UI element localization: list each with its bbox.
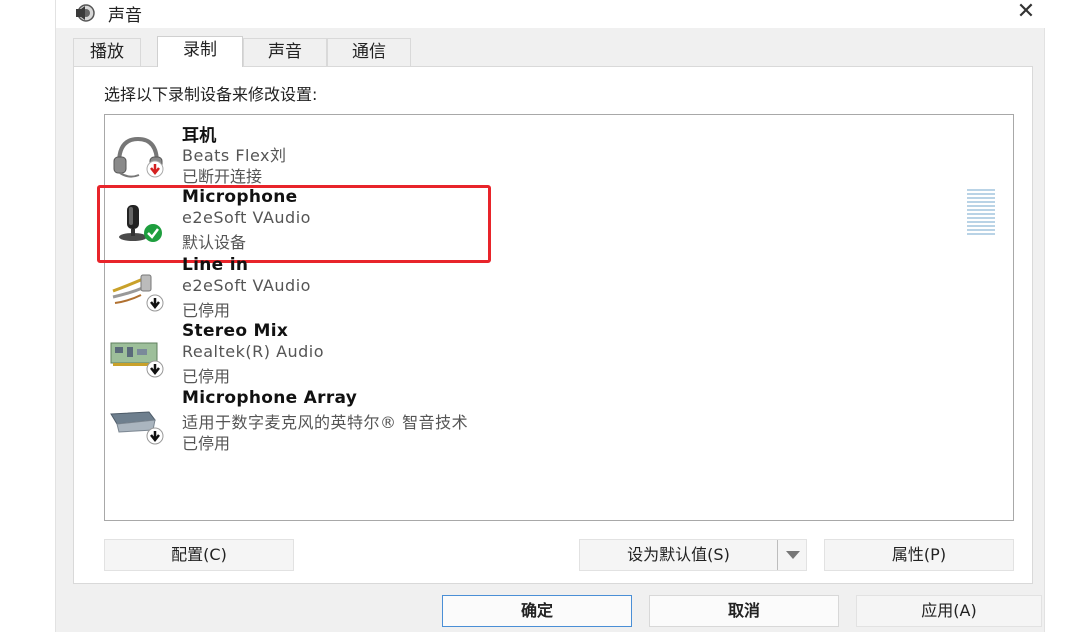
properties-button[interactable]: 属性(P) — [824, 539, 1014, 571]
device-name: Microphone — [182, 187, 298, 207]
input-level-meter — [967, 189, 995, 235]
device-status: 已停用 — [182, 434, 231, 453]
speaker-icon — [76, 4, 95, 22]
device-item-microphone[interactable]: Microphone e2eSoft VAudio 默认设备 — [97, 185, 1013, 263]
configure-button[interactable]: 配置(C) — [104, 539, 294, 571]
device-status: 默认设备 — [182, 233, 247, 252]
cancel-button[interactable]: 取消 — [649, 595, 839, 627]
apply-button[interactable]: 应用(A) — [856, 595, 1042, 627]
device-name: Microphone Array — [182, 388, 358, 408]
device-item-microphone-array[interactable]: Microphone Array 适用于数字麦克风的英特尔® 智音技术 已停用 — [105, 388, 1013, 454]
device-name: Line in — [182, 255, 249, 275]
chevron-down-icon — [785, 551, 800, 559]
device-status: 已停用 — [182, 367, 231, 386]
device-item-headset[interactable]: 耳机 Beats Flex刘 已断开连接 — [105, 121, 1013, 187]
line-in-cable-icon — [112, 274, 164, 312]
instruction-text: 选择以下录制设备来修改设置: — [104, 85, 318, 104]
recording-panel: 选择以下录制设备来修改设置: 耳机 Beats Flex刘 已断开连接 Micr… — [73, 66, 1033, 584]
set-default-split-button[interactable]: 设为默认值(S) — [579, 539, 807, 571]
set-default-button[interactable]: 设为默认值(S) — [580, 540, 777, 570]
window-title: 声音 — [108, 6, 142, 26]
set-default-dropdown[interactable] — [777, 540, 807, 570]
tab-playback[interactable]: 播放 — [73, 38, 141, 66]
sound-dialog: 声音 ✕ 播放 录制 声音 通信 选择以下录制设备来修改设置: 耳机 Beats… — [55, 0, 1046, 632]
microphone-icon — [119, 205, 162, 242]
device-item-line-in[interactable]: Line in e2eSoft VAudio 已停用 — [105, 255, 1013, 321]
device-status: 已断开连接 — [182, 167, 263, 186]
close-button[interactable]: ✕ — [1011, 0, 1041, 26]
close-icon: ✕ — [1016, 0, 1036, 24]
headset-icon — [113, 136, 164, 178]
device-status: 已停用 — [182, 301, 231, 320]
device-driver: e2eSoft VAudio — [182, 276, 311, 295]
microphone-array-icon — [110, 411, 164, 445]
sound-card-icon — [110, 342, 164, 378]
device-driver: Realtek(R) Audio — [182, 342, 325, 361]
device-list[interactable]: 耳机 Beats Flex刘 已断开连接 Microphone e2eSoft … — [97, 114, 1014, 521]
device-driver: e2eSoft VAudio — [182, 208, 311, 227]
tab-recording[interactable]: 录制 — [157, 36, 243, 67]
ok-button[interactable]: 确定 — [442, 595, 632, 627]
device-item-stereo-mix[interactable]: Stereo Mix Realtek(R) Audio 已停用 — [105, 321, 1013, 387]
tab-communications[interactable]: 通信 — [327, 38, 411, 66]
device-name: Stereo Mix — [182, 321, 289, 341]
title-bar: 声音 ✕ — [56, 0, 1046, 28]
tab-sounds[interactable]: 声音 — [243, 38, 327, 66]
